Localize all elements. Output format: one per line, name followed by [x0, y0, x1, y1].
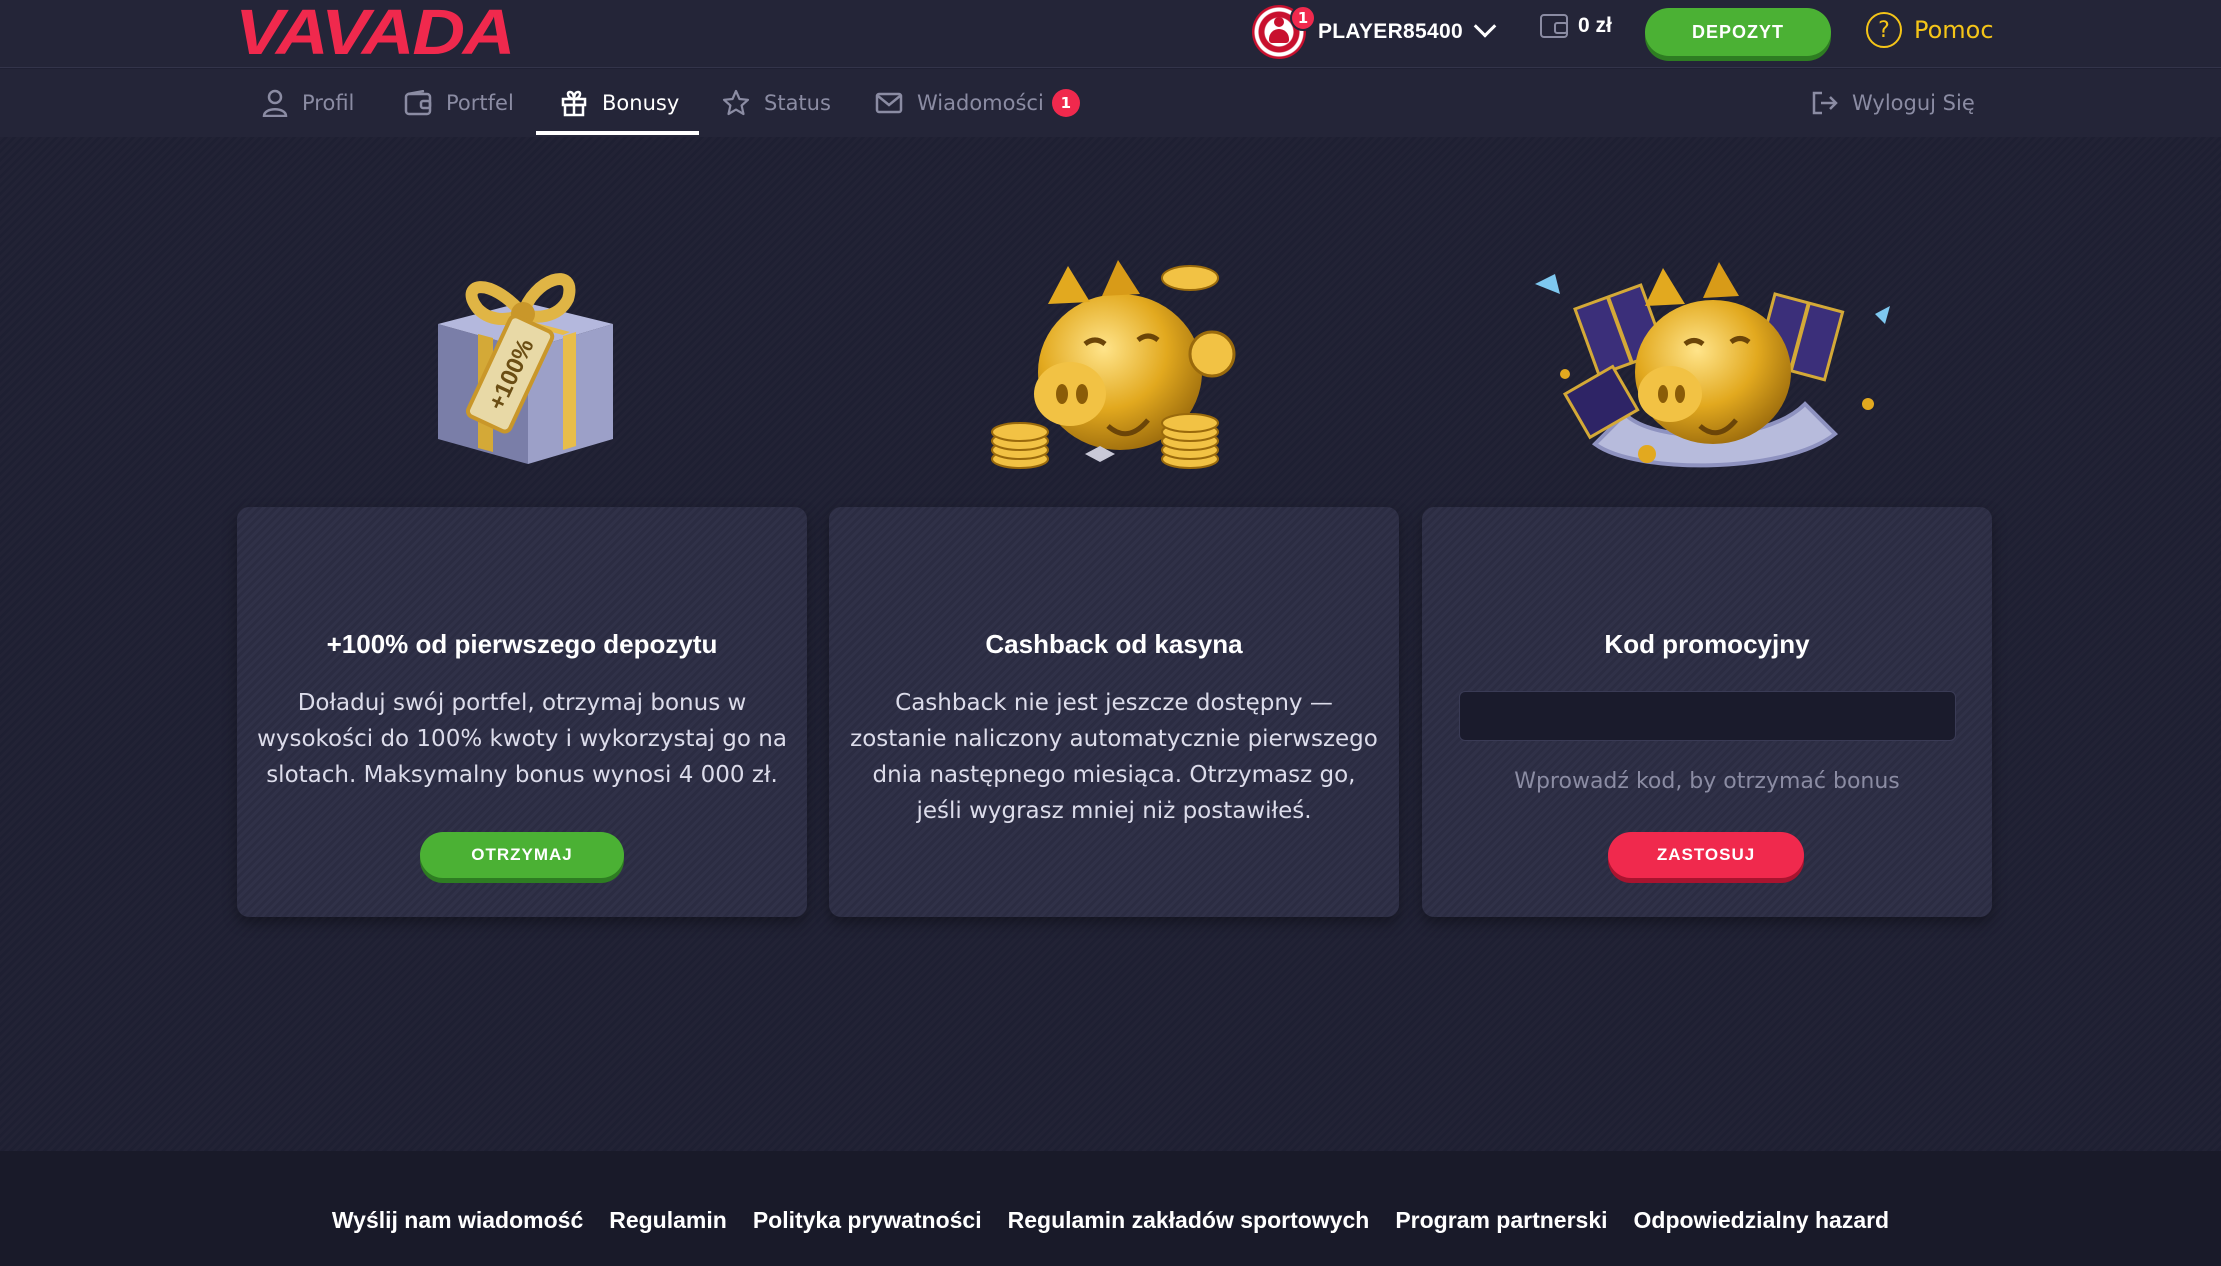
user-menu[interactable]: 1 PLAYER85400	[1252, 4, 1497, 60]
wallet-icon	[404, 90, 432, 116]
wallet-balance[interactable]: 0 zł	[1540, 14, 1612, 38]
help-label: Pomoc	[1914, 16, 1994, 44]
footer-link-terms[interactable]: Regulamin	[609, 1207, 727, 1234]
balance-amount: 0 zł	[1578, 14, 1612, 37]
top-header: VAVADA 1 PLAYER85400 0 zł DEPOZYT ? Pomo…	[0, 0, 2221, 68]
logout-link[interactable]: Wyloguj Się	[1810, 69, 1975, 137]
tab-profil[interactable]: Profil	[262, 69, 354, 137]
gift-icon	[561, 90, 587, 117]
card-description: Doładuj swój portfel, otrzymaj bonus w w…	[257, 690, 787, 788]
card-description: Cashback nie jest jeszcze dostępny — zos…	[850, 690, 1378, 824]
footer-link-responsible-gaming[interactable]: Odpowiedzialny hazard	[1634, 1207, 1890, 1234]
bonuses-page: +100% od pierwszego depozytu Doładuj swó…	[0, 137, 2221, 1151]
avatar[interactable]: 1	[1252, 5, 1316, 59]
footer-links: Wyślij nam wiadomość Regulamin Polityka …	[0, 1207, 2221, 1234]
promo-code-card: Kod promocyjny Wprowadź kod, by otrzymać…	[1422, 507, 1992, 917]
user-avatar-icon	[1269, 17, 1289, 43]
logout-icon	[1812, 91, 1838, 115]
chevron-down-icon[interactable]	[1473, 15, 1497, 38]
active-tab-indicator	[536, 131, 699, 135]
claim-bonus-button[interactable]: OTRZYMAJ	[420, 832, 624, 878]
tab-status-label: Status	[764, 91, 831, 115]
card-title: Cashback od kasyna	[985, 629, 1243, 659]
piggy-bank-gifts-icon	[1535, 262, 1890, 468]
footer: Wyślij nam wiadomość Regulamin Polityka …	[0, 1151, 2221, 1266]
footer-link-sports-terms[interactable]: Regulamin zakładów sportowych	[1008, 1207, 1370, 1234]
username[interactable]: PLAYER85400	[1318, 20, 1463, 44]
card-title: +100% od pierwszego depozytu	[326, 629, 718, 659]
logout-label: Wyloguj Się	[1852, 91, 1975, 115]
footer-link-affiliate[interactable]: Program partnerski	[1395, 1207, 1607, 1234]
first-deposit-bonus-card: +100% od pierwszego depozytu Doładuj swó…	[237, 507, 807, 917]
help-link[interactable]: ? Pomoc	[1866, 12, 1994, 48]
footer-link-privacy[interactable]: Polityka prywatności	[753, 1207, 982, 1234]
gift-box-icon: +100%	[438, 273, 613, 464]
tab-portfel-label: Portfel	[446, 91, 514, 115]
tab-wiadomosci[interactable]: Wiadomości 1	[875, 69, 1080, 137]
card-title: Kod promocyjny	[1604, 629, 1810, 659]
vavada-logo[interactable]: VAVADA	[235, 0, 515, 64]
promo-code-hint: Wprowadź kod, by otrzymać bonus	[1514, 769, 1900, 794]
wallet-icon	[1540, 14, 1568, 38]
promo-code-input[interactable]	[1459, 691, 1956, 741]
deposit-button[interactable]: DEPOZYT	[1645, 8, 1831, 56]
tab-bonusy[interactable]: Bonusy	[560, 69, 679, 137]
tab-bonusy-label: Bonusy	[602, 91, 680, 115]
tab-status[interactable]: Status	[722, 69, 831, 137]
user-icon	[262, 89, 288, 117]
piggy-bank-icon	[991, 260, 1236, 469]
tab-wiadomosci-label: Wiadomości	[917, 91, 1044, 115]
question-icon: ?	[1866, 12, 1902, 48]
cashback-card: Cashback od kasyna Cashback nie jest jes…	[829, 507, 1399, 917]
envelope-icon	[875, 92, 903, 114]
apply-code-button[interactable]: ZASTOSUJ	[1608, 832, 1804, 878]
messages-badge: 1	[1051, 89, 1080, 117]
account-nav: Profil Portfel Bonusy Status Wiadomości …	[0, 69, 2221, 137]
tab-profil-label: Profil	[302, 91, 355, 115]
star-icon	[722, 89, 750, 116]
tab-portfel[interactable]: Portfel	[404, 69, 514, 137]
avatar-notification-badge: 1	[1290, 5, 1316, 31]
footer-link-contact[interactable]: Wyślij nam wiadomość	[332, 1207, 583, 1234]
